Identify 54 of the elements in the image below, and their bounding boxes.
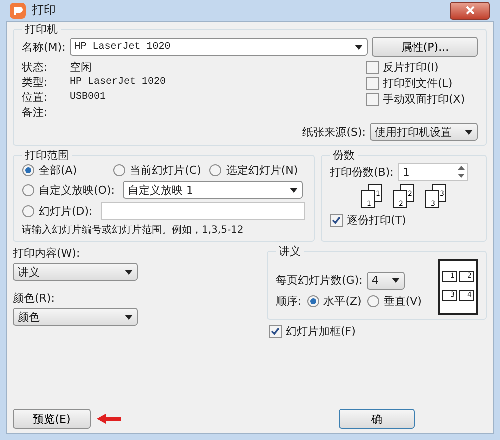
radio-option[interactable]: 垂直(V) [366, 294, 422, 308]
app-icon [10, 2, 26, 18]
info-label: 状态: [22, 60, 49, 75]
checkbox-option[interactable]: 幻灯片加框(F) [269, 324, 356, 339]
hint-text: 请输入幻灯片编号或幻灯片范围。例如，1,3,5-12 [22, 224, 245, 237]
print-content-dropdown[interactable]: 讲义 [13, 263, 138, 281]
caret-icon [125, 314, 133, 320]
group-title: 打印范围 [24, 148, 70, 163]
field-label: 纸张来源(S): [302, 124, 366, 140]
ok-button[interactable]: 确 [339, 409, 415, 429]
field-label: 打印内容(W): [13, 246, 82, 261]
info-value: HP LaserJet 1020 [70, 77, 166, 88]
info-label: 类型: [22, 75, 49, 90]
info-value: 空闲 [70, 60, 93, 75]
close-icon [466, 6, 474, 15]
radio-option[interactable]: 全部(A) [22, 163, 78, 178]
field-label: 颜色(R): [13, 291, 56, 306]
info-label: 位置: [22, 90, 49, 105]
radio-option[interactable]: 当前幻灯片(C) [113, 163, 202, 178]
caret-icon [392, 278, 400, 283]
caret-icon [355, 44, 364, 50]
radio-option[interactable]: 选定幻灯片(N) [209, 163, 298, 178]
caret-icon [125, 270, 133, 274]
properties-button[interactable]: 属性(P)... [372, 37, 478, 57]
spinner-arrows-icon [456, 164, 466, 180]
radio-option[interactable]: 自定义放映(O): [22, 182, 115, 198]
group-title: 打印机 [24, 22, 59, 37]
field-label: 打印份数(B): [330, 164, 394, 180]
arrow-icon [97, 414, 121, 424]
field-label: 顺序: [276, 294, 302, 308]
slides-per-page-dropdown[interactable]: 4 [366, 272, 405, 290]
custom-show-dropdown[interactable]: 自定义放映 1 [122, 181, 303, 199]
caret-icon [290, 188, 298, 192]
radio-option[interactable]: 水平(Z) [306, 294, 362, 308]
checkbox-option[interactable]: 手动双面打印(X) [366, 92, 478, 107]
checkbox-option[interactable]: 逐份打印(T) [330, 213, 478, 228]
preview-button[interactable]: 预览(E) [13, 409, 91, 429]
paper-source-dropdown[interactable]: 使用打印机设置 [370, 123, 478, 141]
caret-icon [465, 130, 473, 134]
group-title: 讲义 [278, 244, 302, 259]
color-dropdown[interactable]: 颜色 [13, 308, 138, 326]
group-title: 份数 [332, 148, 356, 163]
info-label: 备注: [22, 105, 49, 120]
field-label: 名称(M): [22, 40, 66, 54]
radio-option[interactable]: 幻灯片(D): [22, 204, 93, 218]
info-value: USB001 [70, 92, 108, 103]
close-button[interactable] [450, 2, 490, 20]
checkbox-option[interactable]: 打印到文件(L) [366, 76, 478, 91]
window-title: 打印 [32, 2, 56, 19]
checkbox-option[interactable]: 反片打印(I) [366, 60, 478, 75]
slides-input[interactable] [100, 202, 305, 220]
field-label: 每页幻灯片数(G): [276, 273, 363, 288]
printer-dropdown[interactable]: HP LaserJet 1020 [70, 38, 368, 56]
copies-spinbox[interactable]: 1 [398, 163, 468, 181]
